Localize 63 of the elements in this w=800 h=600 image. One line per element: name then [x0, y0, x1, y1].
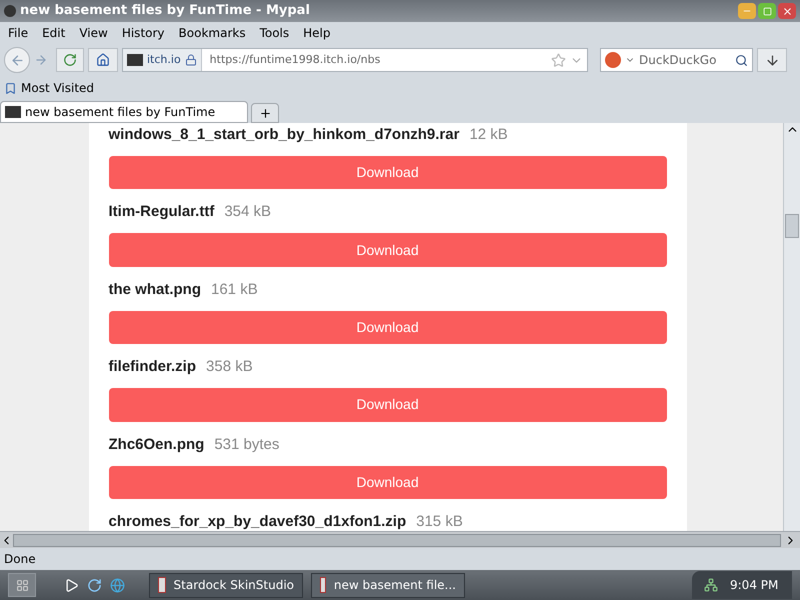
- address-bar[interactable]: itch.io https://funtime1998.itch.io/nbs: [122, 48, 588, 72]
- forward-arrow-icon[interactable]: [34, 53, 48, 67]
- taskbar-button[interactable]: Stardock SkinStudio: [149, 572, 303, 598]
- close-button[interactable]: [778, 3, 796, 19]
- browser-tab[interactable]: new basement files by FunTime: [0, 101, 248, 123]
- menu-item[interactable]: Edit: [42, 24, 66, 42]
- file-size: 531 bytes: [214, 434, 280, 455]
- home-button[interactable]: [88, 48, 118, 72]
- new-tab-button[interactable]: [251, 103, 279, 123]
- reload-button[interactable]: [56, 48, 84, 72]
- window-title: new basement files by FunTime - Mypal: [20, 2, 311, 20]
- file-name: Itim-Regular.ttf: [108, 202, 214, 222]
- close-icon: [782, 6, 792, 16]
- scroll-thumb[interactable]: [13, 534, 781, 546]
- home-icon: [96, 53, 110, 67]
- downloads-button[interactable]: [757, 48, 787, 72]
- url-text: https://funtime1998.itch.io/nbs: [208, 52, 382, 68]
- file-name: the what.png: [108, 280, 201, 300]
- site-favicon: [127, 54, 143, 66]
- menu-item[interactable]: History: [122, 24, 165, 42]
- vertical-scrollbar[interactable]: [783, 123, 800, 531]
- file-size: 315 kB: [416, 512, 463, 531]
- file-name: chromes_for_xp_by_davef30_d1xfon1.zip: [108, 512, 406, 531]
- media-player-icon[interactable]: [64, 578, 79, 592]
- maximize-button[interactable]: [758, 3, 776, 19]
- file-size: 354 kB: [224, 202, 272, 222]
- menu-item[interactable]: Bookmarks: [178, 24, 246, 42]
- tab-favicon: [5, 106, 21, 118]
- start-button[interactable]: [8, 573, 36, 597]
- lock-icon: [184, 54, 197, 66]
- plus-icon: [258, 106, 272, 120]
- minimize-button[interactable]: [738, 3, 756, 19]
- download-arrow-icon: [764, 52, 780, 68]
- taskbar-button[interactable]: new basement file...: [311, 572, 465, 598]
- file-name: filefinder.zip: [108, 357, 196, 378]
- menu-item[interactable]: Tools: [260, 24, 290, 42]
- back-button[interactable]: [4, 47, 30, 73]
- file-name: Zhc6Oen.png: [108, 434, 204, 455]
- file-size: 161 kB: [211, 280, 258, 300]
- search-icon[interactable]: [735, 54, 748, 66]
- horizontal-scrollbar[interactable]: [0, 531, 800, 548]
- star-icon[interactable]: [551, 52, 566, 68]
- file-size: 12 kB: [469, 125, 508, 145]
- site-identity[interactable]: itch.io: [123, 49, 202, 71]
- scroll-thumb[interactable]: [785, 214, 799, 238]
- search-engine-icon: [605, 52, 621, 68]
- bookmark-item[interactable]: Most Visited: [21, 79, 94, 97]
- menu-item[interactable]: File: [8, 24, 28, 42]
- reload-icon: [63, 53, 77, 67]
- network-icon[interactable]: [704, 578, 718, 592]
- search-input[interactable]: DuckDuckGo: [639, 51, 731, 69]
- file-name: windows_8_1_start_orb_by_hinkom_d7onzh9.rar: [108, 125, 460, 145]
- bookmark-icon: [4, 82, 17, 94]
- maximize-icon: [762, 6, 772, 16]
- menu-item[interactable]: Help: [303, 24, 330, 42]
- refresh-icon[interactable]: [87, 578, 102, 592]
- clock: 9:04 PM: [730, 577, 778, 594]
- site-name: itch.io: [147, 52, 181, 68]
- file-size: 358 kB: [206, 357, 253, 378]
- status-text: Done: [4, 551, 36, 568]
- menu-item[interactable]: View: [79, 24, 108, 42]
- grid-icon: [16, 578, 28, 592]
- search-field[interactable]: DuckDuckGo: [600, 48, 753, 72]
